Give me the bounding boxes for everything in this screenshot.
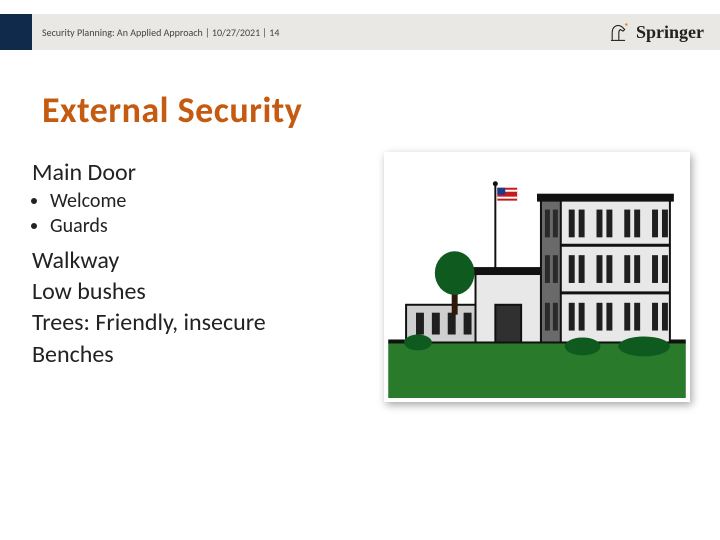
breadcrumb: Security Planning: An Applied Approach |… bbox=[42, 26, 279, 39]
header-bar: Security Planning: An Applied Approach |… bbox=[0, 14, 720, 50]
springer-horse-icon bbox=[608, 21, 628, 43]
body-line: Trees: Friendly, insecure bbox=[32, 307, 372, 338]
brand: Springer bbox=[608, 21, 704, 43]
illustration-frame bbox=[384, 152, 690, 402]
brand-name: Springer bbox=[636, 22, 704, 43]
slide-title: External Security bbox=[42, 88, 302, 132]
bullet-list: Welcome Guards bbox=[50, 189, 372, 239]
building-illustration bbox=[388, 156, 686, 398]
body-content: Main Door Welcome Guards Walkway Low bus… bbox=[32, 158, 372, 370]
list-item: Guards bbox=[50, 214, 372, 239]
subhead-main-door: Main Door bbox=[32, 158, 372, 187]
body-line: Benches bbox=[32, 339, 372, 370]
header-strip: Security Planning: An Applied Approach |… bbox=[32, 14, 720, 50]
header-accent-block bbox=[0, 14, 32, 50]
body-line: Low bushes bbox=[32, 276, 372, 307]
body-line: Walkway bbox=[32, 245, 372, 276]
list-item: Welcome bbox=[50, 189, 372, 214]
slide: Security Planning: An Applied Approach |… bbox=[0, 0, 720, 540]
